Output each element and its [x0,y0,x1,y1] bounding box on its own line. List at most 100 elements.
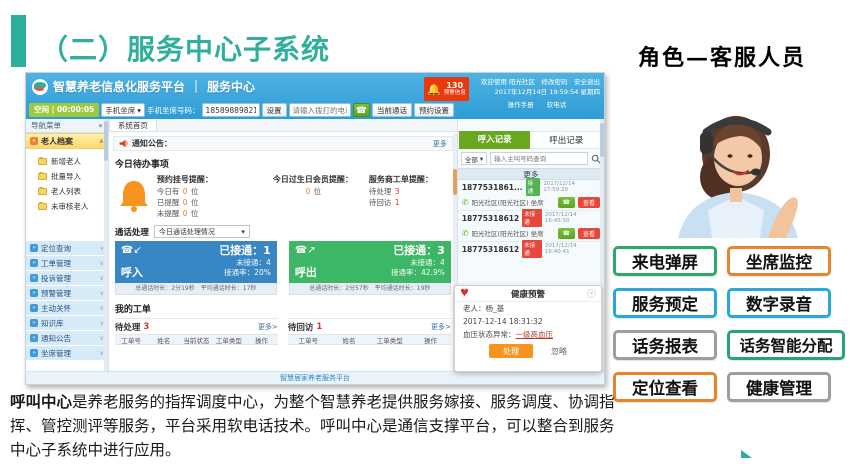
tab-outbound-records[interactable]: 呼出记录 [530,131,603,149]
softphone-link[interactable]: 软电话 [547,101,567,109]
seat-type-select[interactable]: 手机坐席▾ [101,103,145,117]
sidebar-submenu: 新增老人 批量导入 老人列表 未审核老人 [26,149,108,241]
caller-search-input[interactable] [490,152,588,165]
arrow-icon: » [30,304,38,312]
callback-button[interactable]: ☎ [558,228,575,239]
alert-notification-button[interactable]: 🔔 130 预警信息 [424,77,469,101]
chevron-down-icon: ▾ [137,106,141,115]
welcome-links[interactable]: 欢迎使用 阳光社区 修改密码 安全退出 [474,77,600,87]
call-record-row[interactable]: 1877531861... 接通 2017/12/14 17:59:20 [458,180,604,194]
call-record-row[interactable]: 18775318612 未接通 2017/12/14 16:40:41 [458,242,604,256]
close-icon[interactable]: × [587,289,596,298]
sidebar-item-elder-list[interactable]: 老人列表 [38,184,108,199]
todo-title: 今日待办事项 [115,157,451,170]
sidebar-scrollbar[interactable] [104,119,108,371]
module-name: 服务中心 [207,78,255,95]
sidebar-item-alert-mgmt[interactable]: »预警管理∨ [26,286,108,300]
feature-traffic-report[interactable]: 话务报表 [613,330,717,360]
role-title: 角色—客服人员 [638,40,806,72]
slide-canvas: （二）服务中心子系统 角色—客服人员 来电弹屏 坐席监控 服务预定 数字录音 话… [0,0,850,468]
arrow-icon: » [30,349,38,357]
app-screenshot: 智慧养老信息化服务平台 ｜ 服务中心 空闲 | 00:00:05 手机坐席▾ 手… [25,72,605,385]
view-button[interactable]: 查看 [578,228,600,239]
header-datetime: 2017年12月14日 19:59:54 星期四 [474,87,600,97]
order-panels: 待处理 3 更多> 工单号 姓名 当前状态 工单类型 操作 [115,318,451,345]
current-call-button[interactable]: 当前通话 [372,103,412,117]
feature-location-view[interactable]: 定位查看 [613,372,717,402]
customer-service-photo [648,92,824,238]
outbound-durations: 总通话时长：2分57秒 平均通话时长：19秒 [289,283,451,295]
dial-number-input[interactable] [289,103,351,117]
sidebar-item-notices[interactable]: »通知公告∨ [26,331,108,345]
description-paragraph: 呼叫中心是养老服务的指挥调度中心，为整个智慧养老提供服务嫁接、服务调度、协调指挥… [10,390,618,462]
callback-more-link[interactable]: 更多> [431,322,451,332]
arrow-icon: » [30,274,38,282]
status-badge: 未接通 [522,240,542,258]
outbound-card: ☎↗ 呼出 已接通：3 未接通：4 接通率：42.9% 总通话时长：2分57秒 … [289,241,451,295]
agent-status-badge: 空闲 | 00:00:05 [29,103,99,117]
feature-smart-distribution[interactable]: 话务智能分配 [727,330,845,360]
sidebar-collapse-icon[interactable]: « [98,121,103,130]
ignore-button[interactable]: 忽略 [551,346,567,357]
phone-toolbar: 空闲 | 00:00:05 手机坐席▾ 手机坐席号码： 设置 ☎ 当前通话 预约… [29,101,454,119]
folder-icon [38,203,47,210]
notice-more-link[interactable]: 更多 [433,139,447,149]
blood-pressure-level[interactable]: 一级高血压 [516,330,554,339]
handle-button[interactable]: 处理 [489,344,533,358]
manual-link[interactable]: 操作手册 [508,101,534,109]
pending-more-link[interactable]: 更多> [258,322,278,332]
chevron-down-icon: ▾ [241,228,245,236]
reservation-settings-button[interactable]: 预约设置 [414,103,454,117]
settings-button[interactable]: 设置 [262,103,287,117]
feature-seat-monitor[interactable]: 坐席监控 [727,246,831,276]
feature-health-management[interactable]: 健康管理 [727,372,831,402]
heart-icon: ♥ [460,289,469,299]
brand-divider: ｜ [190,78,202,95]
outbound-rate: 接通率：42.9% [391,268,445,278]
inbound-connected: 已接通：1 [219,244,271,258]
pending-orders-panel: 待处理 3 更多> 工单号 姓名 当前状态 工单类型 操作 [115,318,278,345]
pending-table-headers: 工单号 姓名 当前状态 工单类型 操作 [115,334,278,345]
arrow-icon: » [30,137,38,145]
feature-buttons: 来电弹屏 坐席监控 服务预定 数字录音 话务报表 话务智能分配 定位查看 健康管… [613,246,847,402]
inbound-card: ☎↙ 呼入 已接通：1 未接通：4 接通率：20% 总通话时长：2分19秒 平均… [115,241,277,295]
corner-decoration [741,450,752,458]
sidebar-item-elder-archive[interactable]: » 老人档案 ∧ [26,133,108,149]
view-button[interactable]: 查看 [578,197,600,208]
record-search-row: 全部▾ [458,149,604,168]
callback-button[interactable]: ☎ [558,197,575,208]
sidebar-item-active-care[interactable]: »主动关怀∨ [26,301,108,315]
seat-number-input[interactable] [202,103,260,117]
tab-inbound-records[interactable]: 呼入记录 [459,131,531,149]
sidebar-item-workorder-mgmt[interactable]: »工单管理∨ [26,256,108,270]
sidebar-item-batch-import[interactable]: 批量导入 [38,169,108,184]
app-header: 智慧养老信息化服务平台 ｜ 服务中心 空闲 | 00:00:05 手机坐席▾ 手… [26,73,604,119]
call-stat-cards: ☎↙ 呼入 已接通：1 未接通：4 接通率：20% 总通话时长：2分19秒 平均… [115,241,451,295]
inbound-rate: 接通率：20% [219,268,271,278]
feature-call-popup[interactable]: 来电弹屏 [613,246,717,276]
dial-button[interactable]: ☎ [353,103,370,117]
reminder-bell-icon [117,178,151,214]
seat-type-value: 手机坐席 [105,105,135,116]
sidebar-item-add-elder[interactable]: 新增老人 [38,154,108,169]
arrow-icon: » [30,334,38,342]
callback-table-headers: 工单号 姓名 工单类型 操作 [288,334,451,345]
speaker-icon [119,139,128,148]
seat-number-label: 手机坐席号码： [147,105,200,116]
outbound-connected: 已接通：3 [391,244,445,258]
sidebar-item-seat-mgmt[interactable]: »坐席管理∨ [26,346,108,360]
sidebar-item-complaint-mgmt[interactable]: »投诉管理∨ [26,271,108,285]
brand-name: 智慧养老信息化服务平台 [53,78,185,95]
sidebar-item-unreviewed-elder[interactable]: 未审核老人 [38,199,108,214]
feature-digital-recording[interactable]: 数字录音 [727,288,831,318]
sidebar-item-location-query[interactable]: »定位查询∨ [26,241,108,255]
record-filter-select[interactable]: 全部▾ [461,152,487,165]
tab-system-home[interactable]: 系统首页 [109,119,157,131]
arrow-icon: » [30,289,38,297]
call-period-select[interactable]: 今日通话处理情况▾ [154,225,250,238]
sidebar-item-knowledge-base[interactable]: »知识库∨ [26,316,108,330]
inbound-durations: 总通话时长：2分19秒 平均通话时长：17秒 [115,283,277,295]
feature-service-booking[interactable]: 服务预定 [613,288,717,318]
call-record-row[interactable]: 18775318612 未接通 2017/12/14 16:45:50 [458,211,604,225]
status-badge: 接通 [526,178,541,196]
